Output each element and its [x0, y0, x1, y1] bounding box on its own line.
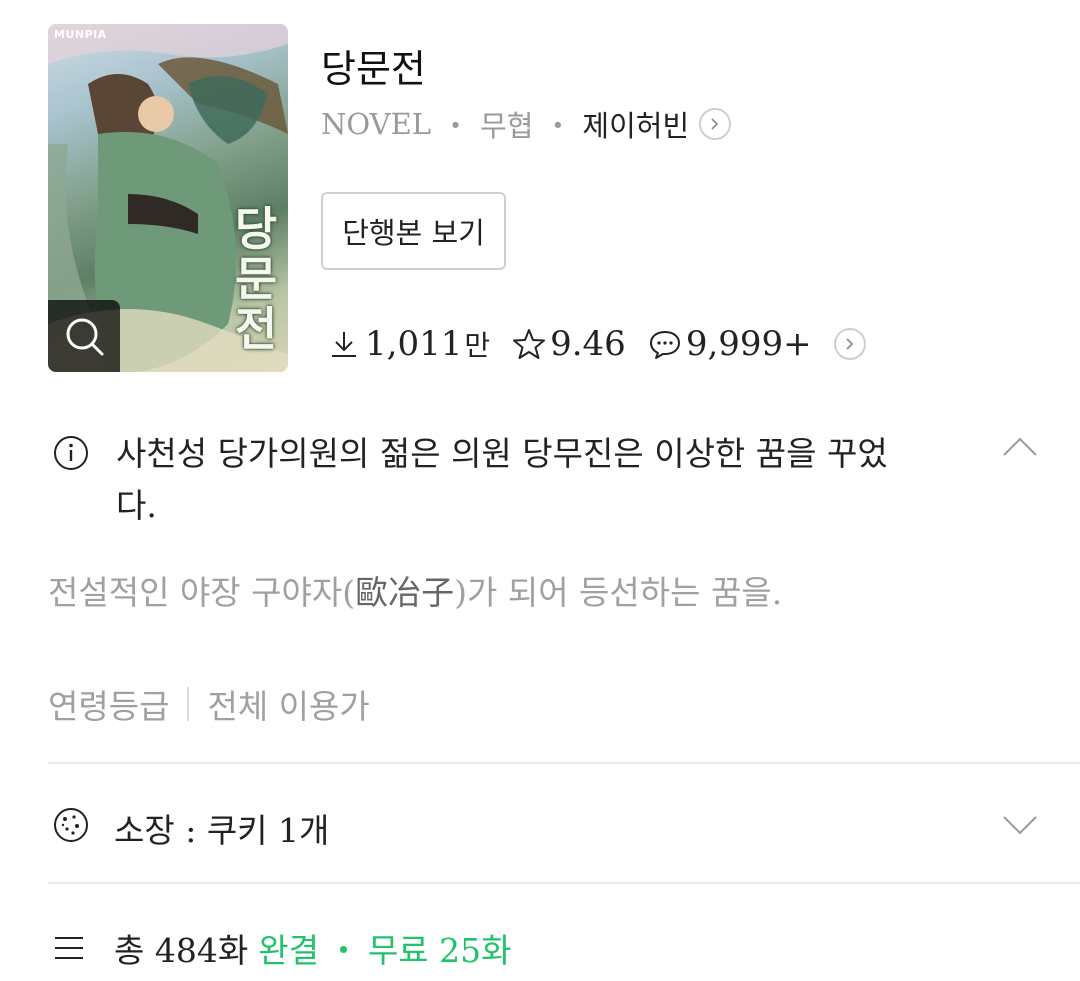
search-icon: [66, 318, 104, 356]
rating-score: 9.46: [512, 324, 626, 364]
age-rating-label: 연령등급: [48, 687, 170, 726]
age-rating-divider: [187, 687, 190, 721]
episode-total: 총 484화: [114, 931, 249, 970]
episode-status: 완결: [258, 931, 319, 970]
age-rating-value: 전체 이용가: [207, 687, 370, 726]
section-divider: [48, 762, 1080, 764]
comments-detail-button[interactable]: [833, 328, 866, 360]
author-detail-button[interactable]: [699, 108, 732, 140]
download-icon: [332, 332, 356, 357]
free-episodes: 무료 25화: [367, 931, 512, 970]
cover-title-art: 당문전: [234, 202, 278, 356]
star-icon: [513, 329, 546, 359]
single-volume-button[interactable]: 단행본 보기: [321, 192, 506, 270]
book-format: NOVEL: [321, 107, 432, 141]
description-before: 전설적인 야장 구야자(: [48, 573, 356, 612]
episode-separator: ・: [326, 931, 360, 970]
age-rating: 연령등급 전체 이용가: [48, 680, 370, 728]
book-meta: NOVEL ・ 무협 ・ 제이허빈: [321, 103, 732, 145]
ownership-label: 소장 : 쿠키 1개: [114, 811, 330, 850]
chevron-up-icon[interactable]: [1002, 434, 1038, 458]
ownership-row[interactable]: 소장 : 쿠키 1개: [52, 800, 1070, 852]
comment-icon: [649, 331, 680, 359]
summary-text: 사천성 당가의원의 젊은 의원 당무진은 이상한 꿈을 꾸었다.: [116, 434, 888, 525]
description-after: )가 되어 등선하는 꿈을.: [454, 573, 783, 612]
comment-count-value: 9,999+: [685, 324, 812, 364]
chevron-down-icon[interactable]: [1002, 814, 1038, 838]
view-count: 1,011 만: [327, 324, 490, 364]
list-icon: [55, 937, 83, 959]
info-icon: [54, 436, 88, 470]
view-count-value: 1,011: [365, 324, 463, 364]
stats-row: 1,011 만 9.46 9,999+: [327, 324, 866, 364]
book-title: 당문전: [321, 47, 426, 91]
section-divider: [48, 882, 1080, 884]
book-genre: 무협: [480, 109, 534, 143]
book-author[interactable]: 제이허빈: [582, 103, 689, 145]
chevron-right-icon: [711, 118, 719, 130]
view-count-unit: 만: [464, 329, 491, 362]
description-text: 전설적인 야장 구야자(歐冶子)가 되어 등선하는 꿈을.: [48, 566, 782, 614]
description-hanja: 歐冶子: [355, 573, 455, 612]
chevron-right-icon: [846, 338, 853, 350]
episode-summary: 총 484화 완결 ・ 무료 25화: [52, 922, 512, 974]
cookie-icon: [54, 808, 88, 842]
cover-brand-logo: MUNPIA: [54, 28, 107, 41]
meta-separator: ・: [441, 109, 471, 143]
cover-zoom-button[interactable]: [48, 300, 120, 372]
meta-separator: ・: [543, 109, 573, 143]
comment-count[interactable]: 9,999+: [648, 324, 812, 364]
rating-value: 9.46: [550, 324, 626, 364]
